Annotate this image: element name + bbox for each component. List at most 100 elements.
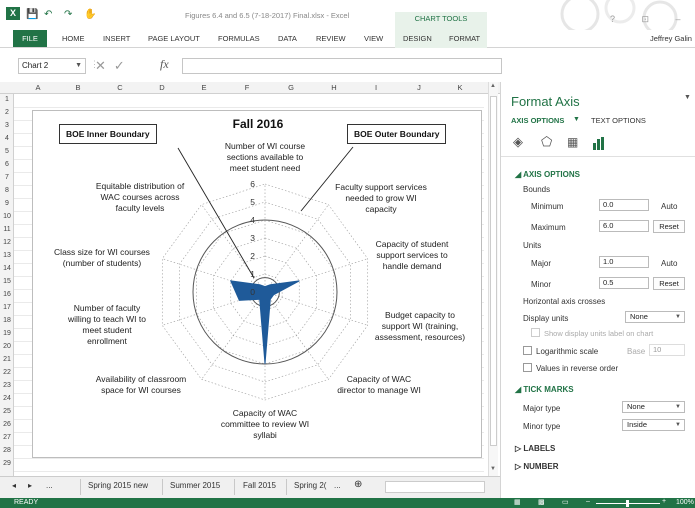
row-header[interactable]: 23 — [0, 380, 14, 391]
row-header[interactable]: 16 — [0, 289, 14, 300]
enter-icon[interactable]: ✓ — [114, 58, 133, 73]
row-header[interactable]: 27 — [0, 432, 14, 443]
row-header[interactable]: 20 — [0, 341, 14, 352]
category-label[interactable]: Capacity of student support services to ha… — [359, 239, 465, 272]
column-header[interactable]: C — [110, 83, 130, 92]
row-header[interactable]: 2 — [0, 107, 14, 118]
sheet-nav-next[interactable]: ▸ — [28, 481, 32, 490]
row-header[interactable]: 9 — [0, 198, 14, 209]
minor-reset-button[interactable]: Reset — [653, 277, 685, 290]
radar-chart[interactable]: 0 1 2 3 4 5 6 Fall 2016 BOE Inner Boundary BOE… — [32, 110, 482, 458]
maximum-input[interactable]: 6.0 — [599, 220, 649, 232]
user-name[interactable]: Jeffrey Galin — [650, 34, 692, 43]
show-units-checkbox[interactable] — [531, 328, 540, 337]
category-label[interactable]: Availability of classroom space for WI co… — [83, 374, 199, 396]
scroll-thumb[interactable] — [490, 96, 497, 446]
window-buttons[interactable]: ? ⊡ – — [610, 14, 693, 25]
scroll-down-icon[interactable]: ▼ — [490, 466, 496, 472]
chevron-down-icon[interactable]: ▼ — [75, 59, 82, 73]
row-header[interactable]: 8 — [0, 185, 14, 196]
chart-title[interactable]: Fall 2016 — [198, 117, 318, 131]
save-icon[interactable]: 💾 — [26, 9, 38, 20]
page-layout-view-icon[interactable]: ▩ — [538, 498, 545, 506]
minimum-auto-button[interactable]: Auto — [661, 202, 677, 211]
tab-data[interactable]: DATA — [278, 34, 297, 43]
row-header[interactable]: 4 — [0, 133, 14, 144]
column-header[interactable]: D — [152, 83, 172, 92]
effects-icon[interactable]: ⬠ — [541, 134, 552, 150]
sheet-more-right[interactable]: ... — [334, 481, 341, 490]
column-header[interactable]: B — [68, 83, 88, 92]
row-header[interactable]: 29 — [0, 458, 14, 469]
scroll-up-icon[interactable]: ▲ — [490, 83, 496, 89]
row-header[interactable]: 14 — [0, 263, 14, 274]
sheet-tab[interactable]: Spring 2( — [294, 481, 326, 490]
row-header[interactable]: 26 — [0, 419, 14, 430]
section-tick-marks[interactable]: ◢ TICK MARKS — [515, 385, 574, 394]
cancel-icon[interactable]: ✕ — [95, 58, 114, 73]
page-break-view-icon[interactable]: ▭ — [562, 498, 569, 506]
sheet-tab[interactable]: Summer 2015 — [170, 481, 220, 490]
section-axis-options[interactable]: ◢ AXIS OPTIONS — [515, 170, 580, 179]
inner-boundary-callout[interactable]: BOE Inner Boundary — [59, 124, 157, 144]
category-label[interactable]: Class size for WI courses (number of stud… — [41, 247, 163, 269]
zoom-in-icon[interactable]: + — [662, 498, 666, 505]
panel-menu-icon[interactable]: ▼ — [684, 94, 691, 101]
row-header[interactable]: 1 — [0, 94, 14, 105]
row-header[interactable]: 10 — [0, 211, 14, 222]
column-header[interactable]: H — [324, 83, 344, 92]
add-sheet-icon[interactable]: ⊕ — [354, 479, 362, 490]
tab-axis-options[interactable]: AXIS OPTIONS — [511, 116, 564, 125]
category-label[interactable]: Number of faculty willing to teach WI to m… — [57, 303, 157, 347]
category-label[interactable]: Capacity of WAC committee to review WI syl… — [203, 408, 327, 441]
row-header[interactable]: 17 — [0, 302, 14, 313]
undo-icon[interactable]: ↶ — [44, 9, 52, 20]
column-header[interactable]: J — [409, 83, 429, 92]
row-header[interactable]: 24 — [0, 393, 14, 404]
tab-view[interactable]: VIEW — [364, 34, 383, 43]
touch-mode-icon[interactable]: ✋ — [84, 9, 96, 20]
section-number[interactable]: ▷ NUMBER — [515, 462, 558, 471]
column-header[interactable]: A — [28, 83, 48, 92]
row-header[interactable]: 5 — [0, 146, 14, 157]
row-header[interactable]: 21 — [0, 354, 14, 365]
log-scale-checkbox[interactable] — [523, 346, 532, 355]
zoom-level[interactable]: 100% — [676, 499, 694, 506]
minor-unit-input[interactable]: 0.5 — [599, 277, 649, 289]
fx-icon[interactable]: fx — [160, 57, 169, 72]
name-box[interactable]: Chart 2 ▼ — [18, 58, 86, 74]
base-input[interactable]: 10 — [649, 344, 685, 356]
tab-page-layout[interactable]: PAGE LAYOUT — [148, 34, 200, 43]
chevron-down-icon[interactable]: ▼ — [573, 116, 580, 123]
row-header[interactable]: 6 — [0, 159, 14, 170]
vertical-scrollbar[interactable]: ▲ ▼ — [488, 82, 498, 476]
tab-design[interactable]: DESIGN — [403, 34, 432, 43]
sheet-more-left[interactable]: ... — [46, 481, 53, 490]
reverse-order-checkbox[interactable] — [523, 363, 532, 372]
row-header[interactable]: 28 — [0, 445, 14, 456]
major-type-select[interactable]: None ▼ — [622, 401, 685, 413]
tab-home[interactable]: HOME — [62, 34, 85, 43]
category-label[interactable]: Equitable distribution of WAC courses acr… — [81, 181, 199, 214]
maximum-reset-button[interactable]: Reset — [653, 220, 685, 233]
normal-view-icon[interactable]: ▦ — [514, 498, 521, 506]
axis-options-icon[interactable] — [593, 137, 605, 150]
sheet-tab[interactable]: Fall 2015 — [243, 481, 276, 490]
category-label[interactable]: Faculty support services needed to grow W… — [323, 182, 439, 215]
major-unit-input[interactable]: 1.0 — [599, 256, 649, 268]
column-header[interactable]: E — [194, 83, 214, 92]
row-header[interactable]: 12 — [0, 237, 14, 248]
tab-review[interactable]: REVIEW — [316, 34, 346, 43]
minor-type-select[interactable]: Inside ▼ — [622, 419, 685, 431]
row-header[interactable]: 22 — [0, 367, 14, 378]
tab-insert[interactable]: INSERT — [103, 34, 130, 43]
row-header[interactable]: 3 — [0, 120, 14, 131]
zoom-out-icon[interactable]: – — [586, 498, 590, 505]
column-header[interactable]: F — [237, 83, 257, 92]
display-units-select[interactable]: None ▼ — [625, 311, 685, 323]
outer-boundary-callout[interactable]: BOE Outer Boundary — [347, 124, 447, 144]
size-properties-icon[interactable]: ▦ — [567, 135, 578, 149]
tab-format[interactable]: FORMAT — [449, 34, 480, 43]
row-header[interactable]: 11 — [0, 224, 14, 235]
row-header[interactable]: 7 — [0, 172, 14, 183]
